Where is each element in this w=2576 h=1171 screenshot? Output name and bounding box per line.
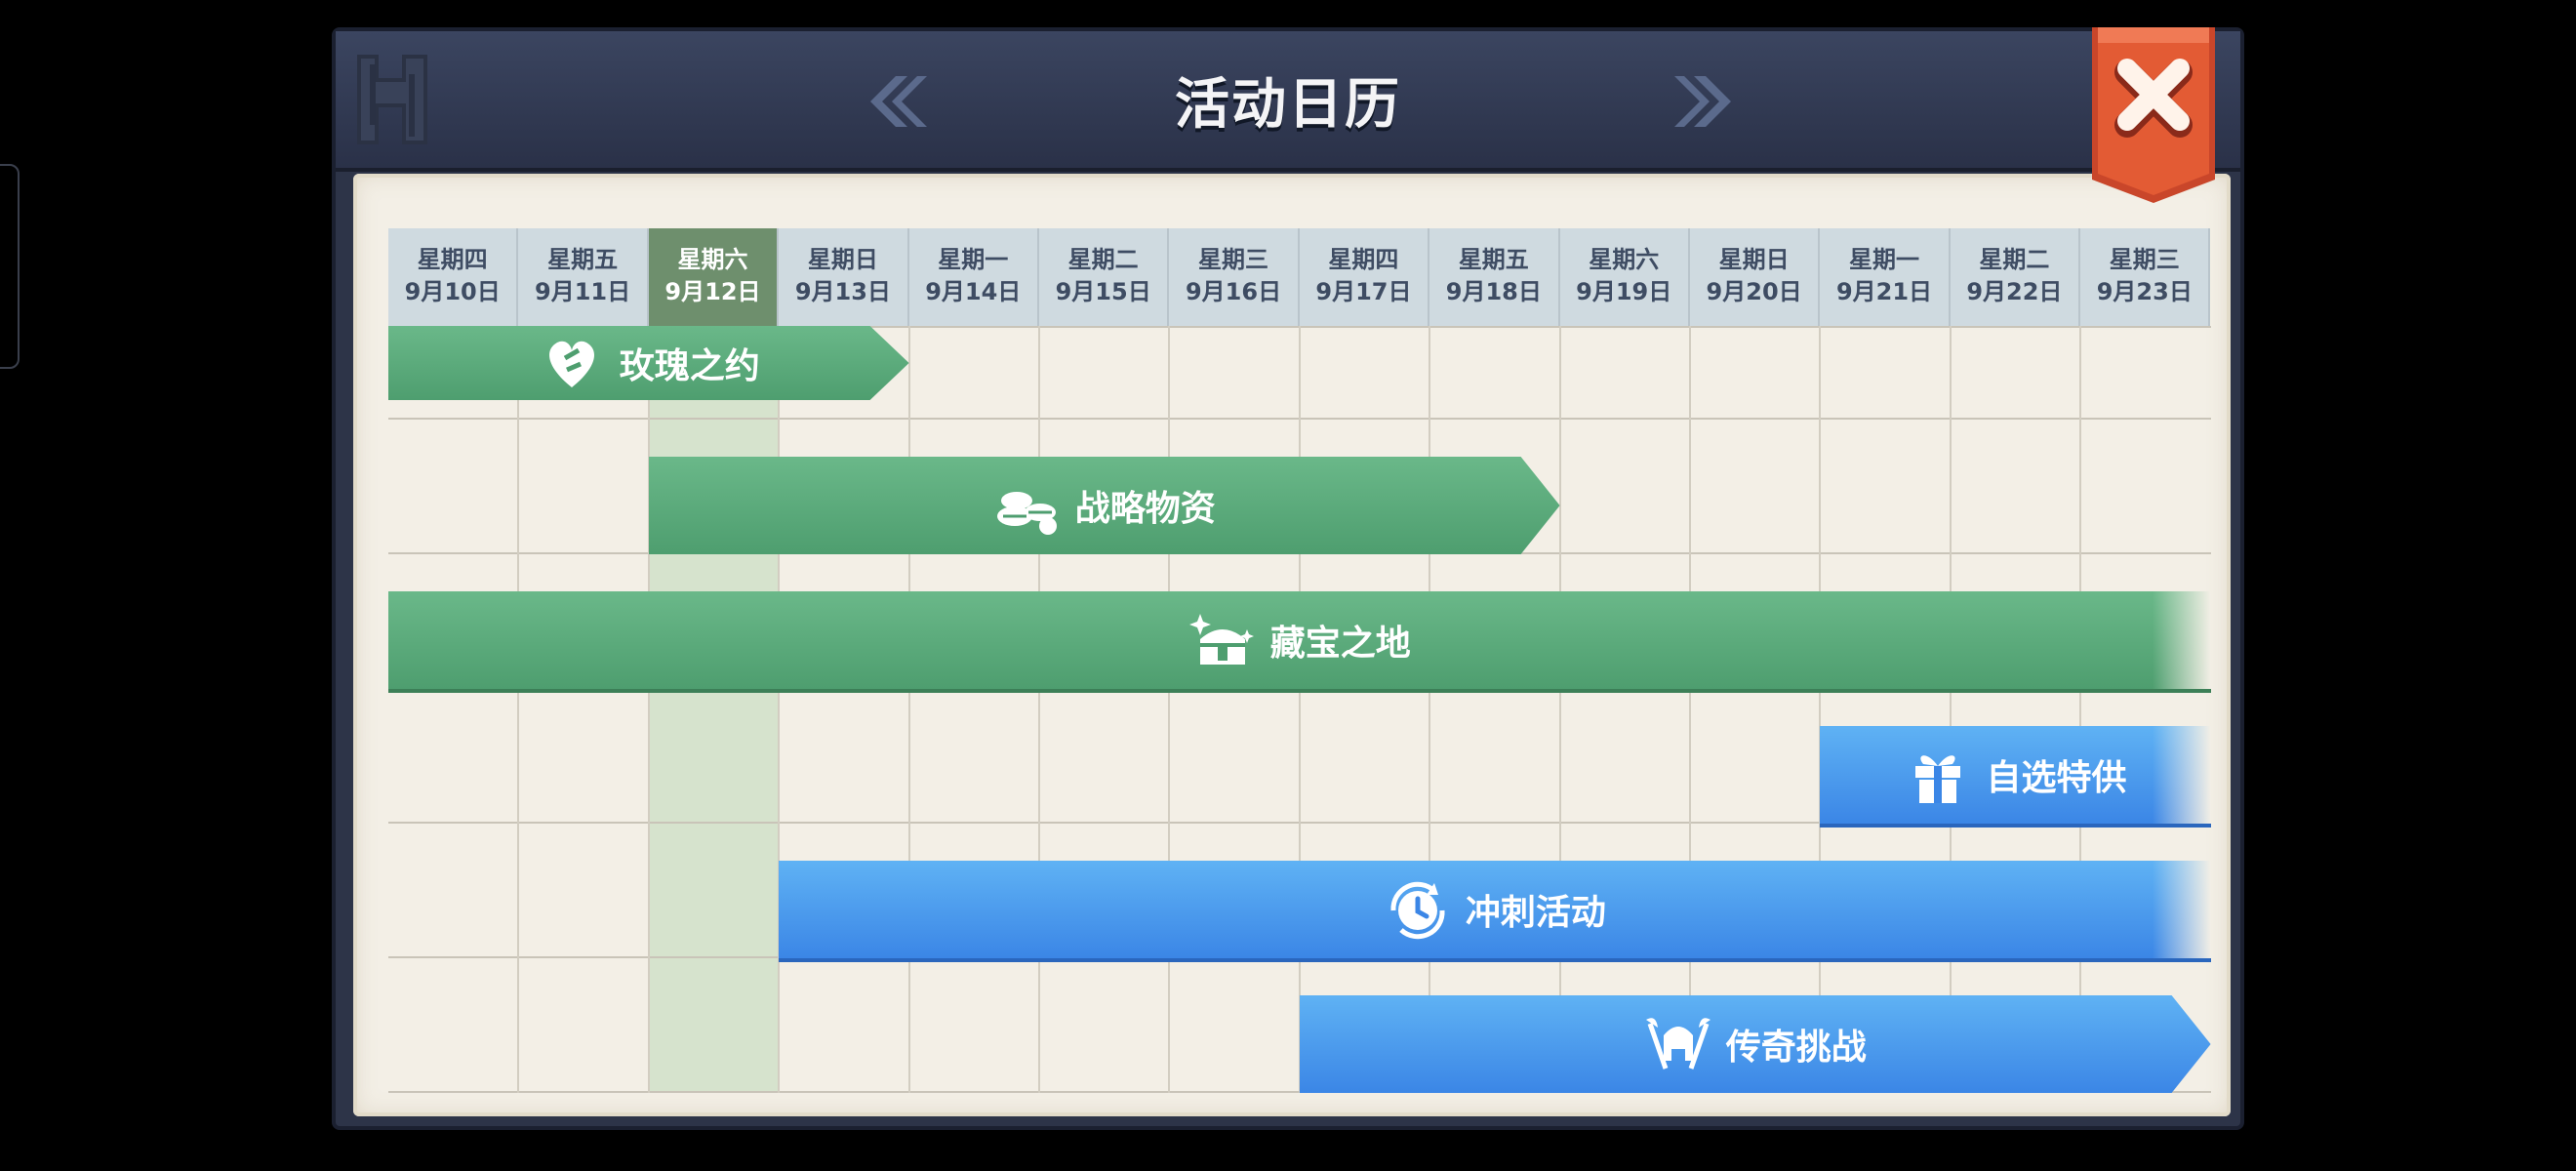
- day-header-cell: 星期四 9月10日: [388, 228, 519, 326]
- grid-column-line: [2079, 326, 2082, 1093]
- close-button[interactable]: [2088, 27, 2219, 203]
- day-weekday-label: 星期四: [1328, 246, 1399, 273]
- day-date-label: 9月22日: [1966, 278, 2063, 305]
- event-bar[interactable]: 藏宝之地: [388, 591, 2211, 689]
- day-weekday-label: 星期五: [547, 246, 619, 273]
- next-week-arrow-icon[interactable]: [1670, 70, 1739, 133]
- day-header-cell: 星期一 9月21日: [1820, 228, 1951, 326]
- day-header-cell: 星期三 9月16日: [1169, 228, 1300, 326]
- day-header-cell: 星期二 9月15日: [1038, 228, 1170, 326]
- day-weekday-label: 星期六: [677, 246, 748, 273]
- day-date-label: 9月21日: [1835, 278, 1933, 305]
- day-header-cell: 星期四 9月17日: [1299, 228, 1430, 326]
- day-header-cell: 星期六 9月12日: [648, 228, 780, 326]
- day-weekday-label: 星期日: [807, 246, 878, 273]
- panel-header: 活动日历: [336, 31, 2240, 172]
- calendar-board: 星期四 9月10日 星期五 9月11日 星期六 9月12日 星期日 9月13日 星期一 9月14日…: [353, 174, 2231, 1116]
- day-date-label: 9月16日: [1185, 278, 1282, 305]
- day-date-label: 9月18日: [1445, 278, 1542, 305]
- event-bar[interactable]: 自选特供: [1820, 726, 2211, 824]
- event-bar[interactable]: 冲刺活动: [779, 861, 2211, 958]
- date-header-row: 星期四 9月10日 星期五 9月11日 星期六 9月12日 星期日 9月13日 星期一 9月14日…: [388, 228, 2211, 326]
- day-date-label: 9月13日: [794, 278, 891, 305]
- event-name-label: 传奇挑战: [1725, 1028, 1867, 1068]
- gift-icon: [1915, 755, 1961, 803]
- event-name-label: 藏宝之地: [1269, 624, 1411, 664]
- day-date-label: 9月17日: [1315, 278, 1412, 305]
- clock-refresh-icon: [1390, 881, 1445, 940]
- day-weekday-label: 星期一: [938, 246, 1009, 273]
- event-name-label: 冲刺活动: [1465, 893, 1606, 933]
- day-weekday-label: 星期二: [1979, 246, 2050, 273]
- day-weekday-label: 星期一: [1848, 246, 1919, 273]
- day-weekday-label: 星期日: [1718, 246, 1790, 273]
- day-date-label: 9月10日: [404, 278, 501, 305]
- day-header-cell: 星期一 9月14日: [908, 228, 1039, 326]
- day-weekday-label: 星期四: [417, 246, 488, 273]
- day-header-cell: 星期五 9月18日: [1429, 228, 1560, 326]
- helmet-axes-icon: [1644, 1010, 1712, 1078]
- grid-column-line: [517, 326, 520, 1093]
- day-date-label: 9月15日: [1055, 278, 1151, 305]
- event-bar[interactable]: 战略物资: [649, 457, 1560, 554]
- day-weekday-label: 星期三: [2109, 246, 2180, 273]
- event-bar[interactable]: 传奇挑战: [1300, 995, 2211, 1093]
- day-header-cell: 星期日 9月13日: [779, 228, 909, 326]
- day-header-cell: 星期六 9月19日: [1559, 228, 1690, 326]
- day-weekday-label: 星期五: [1458, 246, 1529, 273]
- grid-column-line: [1168, 326, 1171, 1093]
- event-name-label: 自选特供: [1986, 758, 2127, 798]
- day-weekday-label: 星期二: [1067, 246, 1139, 273]
- grid-column-line: [907, 326, 910, 1093]
- event-bar[interactable]: 玫瑰之约: [388, 326, 909, 400]
- day-header-cell: 星期三 9月23日: [2080, 228, 2211, 326]
- day-date-label: 9月12日: [664, 278, 761, 305]
- grid-column-line: [1689, 326, 1691, 1093]
- day-weekday-label: 星期三: [1198, 246, 1269, 273]
- event-name-label: 战略物资: [1074, 489, 1216, 529]
- grid-column-line: [1429, 326, 1431, 1093]
- panel-frame: 活动日历 星期四 9月10日 星期五 9月11日 星期六 9月12日 星期日 9月13日 星期一…: [332, 27, 2244, 1130]
- grid-column-line: [1819, 326, 1822, 1093]
- day-date-label: 9月20日: [1706, 278, 1802, 305]
- grid-column-line: [778, 326, 781, 1093]
- day-header-cell: 星期二 9月22日: [1950, 228, 2081, 326]
- event-name-label: 玫瑰之约: [619, 346, 760, 386]
- grid-column-line: [1038, 326, 1040, 1093]
- day-header-cell: 星期日 9月20日: [1689, 228, 1821, 326]
- treasure-chest-icon: [1188, 614, 1254, 665]
- page-title: 活动日历: [1175, 73, 1401, 137]
- day-date-label: 9月23日: [2096, 278, 2193, 305]
- activity-calendar-panel: 活动日历 星期四 9月10日 星期五 9月11日 星期六 9月12日 星期日 9月13日 星期一…: [322, 27, 2254, 1130]
- grid-column-line: [1558, 326, 1561, 1093]
- grid-column-line: [1949, 326, 1952, 1093]
- grid-column-line: [1298, 326, 1301, 1093]
- supplies-icon: [993, 471, 1062, 540]
- grid-column-line: [647, 326, 650, 1093]
- day-date-label: 9月19日: [1576, 278, 1672, 305]
- rose-heart-icon: [538, 329, 606, 397]
- day-header-cell: 星期五 9月11日: [518, 228, 649, 326]
- calendar-grid: 星期四 9月10日 星期五 9月11日 星期六 9月12日 星期日 9月13日 星期一 9月14日…: [388, 228, 2211, 1093]
- day-weekday-label: 星期六: [1589, 246, 1660, 273]
- day-date-label: 9月14日: [925, 278, 1022, 305]
- day-date-label: 9月11日: [535, 278, 631, 305]
- side-tab[interactable]: [0, 164, 20, 369]
